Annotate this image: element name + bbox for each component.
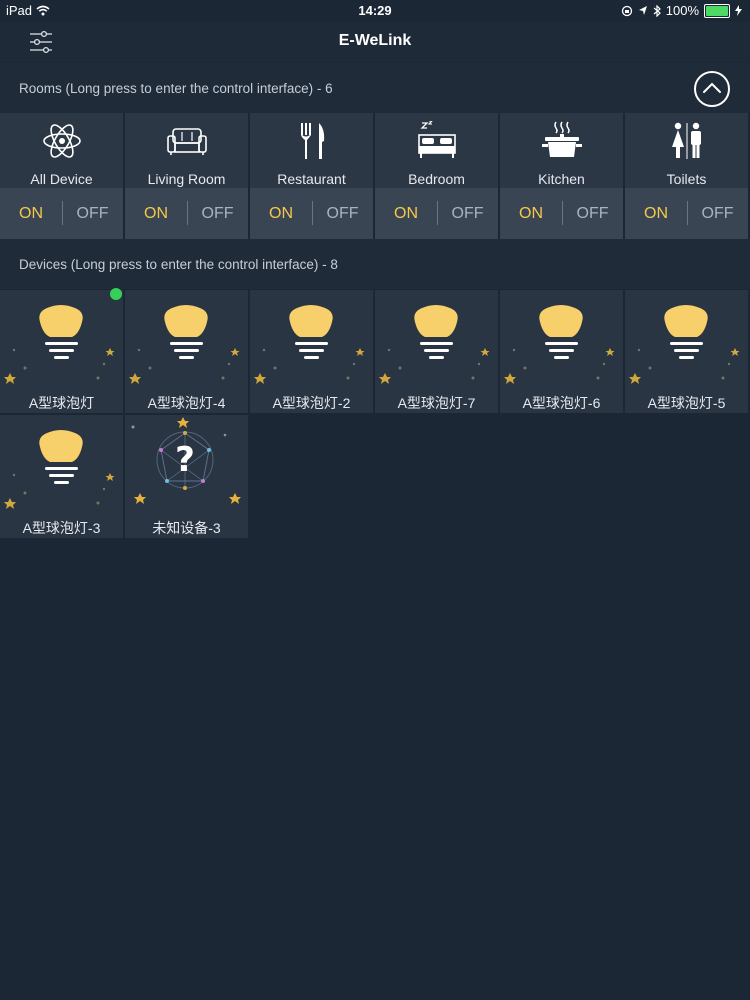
room-name: Living Room — [147, 171, 226, 187]
room-all-device[interactable]: All Device ON OFF — [0, 113, 123, 239]
device-name: A型球泡灯-2 — [272, 395, 351, 411]
device-art — [500, 290, 623, 390]
bulb-icon — [4, 430, 115, 509]
room-controls: ON OFF — [250, 188, 373, 239]
room-on-button[interactable]: ON — [500, 205, 562, 223]
room-restaurant[interactable]: Restaurant ON OFF — [250, 113, 373, 239]
device-name: A型球泡灯-3 — [22, 520, 101, 536]
status-right: 100% — [621, 3, 742, 18]
device-tile[interactable]: A型球泡灯-6 — [500, 290, 623, 413]
battery-icon — [704, 3, 730, 18]
battery-percent: 100% — [665, 3, 699, 18]
svg-text:?: ? — [175, 440, 195, 480]
device-tile[interactable]: A型球泡灯 — [0, 290, 123, 413]
device-name: A型球泡灯-5 — [647, 395, 726, 411]
device-art — [625, 290, 748, 390]
fork-knife-icon — [301, 123, 325, 159]
room-off-button[interactable]: OFF — [312, 205, 373, 223]
device-name: 未知设备-3 — [152, 520, 221, 536]
device-art: ? — [125, 415, 248, 515]
device-tile[interactable]: A型球泡灯-3 — [0, 415, 123, 538]
device-art — [0, 290, 123, 390]
status-bar: iPad 14:29 100% — [0, 0, 750, 22]
bulb-icon — [129, 305, 240, 384]
chevron-up-icon[interactable] — [694, 71, 730, 107]
restroom-icon — [672, 122, 701, 159]
room-on-button[interactable]: ON — [0, 205, 62, 223]
device-name: A型球泡灯-7 — [397, 395, 476, 411]
device-tile[interactable]: A型球泡灯-5 — [625, 290, 748, 413]
room-off-button[interactable]: OFF — [562, 205, 623, 223]
device-tile[interactable]: ? 未知设备-3 — [125, 415, 248, 538]
room-name: All Device — [30, 171, 93, 187]
room-on-button[interactable]: ON — [125, 205, 187, 223]
room-kitchen[interactable]: Kitchen ON OFF — [500, 113, 623, 239]
room-tile[interactable]: All Device — [0, 113, 123, 188]
room-controls: ON OFF — [125, 188, 248, 239]
room-tile[interactable]: Kitchen — [500, 113, 623, 188]
room-on-button[interactable]: ON — [375, 205, 437, 223]
room-living-room[interactable]: Living Room ON OFF — [125, 113, 248, 239]
device-name: A型球泡灯 — [28, 395, 95, 411]
room-controls: ON OFF — [500, 188, 623, 239]
charging-icon — [735, 5, 742, 16]
bulb-icon — [379, 305, 490, 384]
room-name: Restaurant — [277, 171, 346, 187]
bluetooth-icon — [653, 4, 661, 17]
room-controls: ON OFF — [625, 188, 748, 239]
battery-fill — [706, 5, 728, 16]
room-controls: ON OFF — [0, 188, 123, 239]
room-on-button[interactable]: ON — [250, 205, 312, 223]
orientation-lock-icon — [621, 5, 632, 16]
devices-section-header: Devices (Long press to enter the control… — [0, 239, 750, 289]
room-controls: ON OFF — [375, 188, 498, 239]
pot-icon — [542, 121, 582, 157]
bulb-icon — [4, 305, 115, 384]
device-tile[interactable]: A型球泡灯-4 — [125, 290, 248, 413]
unknown-device-icon: ? — [131, 417, 241, 504]
sofa-icon — [167, 128, 207, 155]
room-off-button[interactable]: OFF — [437, 205, 498, 223]
page-title: E-WeLink — [338, 32, 412, 49]
bed-icon — [418, 121, 456, 158]
location-icon — [638, 6, 647, 15]
room-off-button[interactable]: OFF — [187, 205, 248, 223]
devices-section-label: Devices (Long press to enter the control… — [19, 257, 338, 272]
room-name: Toilets — [666, 171, 707, 187]
online-status-dot — [110, 288, 122, 300]
room-off-button[interactable]: OFF — [687, 205, 748, 223]
rooms-section-label: Rooms (Long press to enter the control i… — [19, 81, 333, 96]
device-name: A型球泡灯-6 — [522, 395, 601, 411]
room-tile[interactable]: Bedroom — [375, 113, 498, 188]
device-art — [375, 290, 498, 390]
bulb-icon — [254, 305, 365, 384]
rooms-grid: All Device ON OFF Living Room ON OFF Res… — [0, 113, 750, 239]
room-name: Bedroom — [408, 171, 465, 187]
room-tile[interactable]: Toilets — [625, 113, 748, 188]
room-toilets[interactable]: Toilets ON OFF — [625, 113, 748, 239]
device-tile[interactable]: A型球泡灯-2 — [250, 290, 373, 413]
device-tile[interactable]: A型球泡灯-7 — [375, 290, 498, 413]
rooms-section-header: Rooms (Long press to enter the control i… — [0, 63, 750, 113]
bulb-icon — [504, 305, 615, 384]
device-art — [125, 290, 248, 390]
room-tile[interactable]: Restaurant — [250, 113, 373, 188]
room-off-button[interactable]: OFF — [62, 205, 123, 223]
bulb-icon — [629, 305, 740, 384]
atom-icon — [43, 124, 81, 158]
room-bedroom[interactable]: Bedroom ON OFF — [375, 113, 498, 239]
device-art — [0, 415, 123, 515]
nav-bar: E-WeLink — [0, 22, 750, 62]
room-on-button[interactable]: ON — [625, 205, 687, 223]
room-name: Kitchen — [538, 171, 585, 187]
device-art — [250, 290, 373, 390]
room-tile[interactable]: Living Room — [125, 113, 248, 188]
device-name: A型球泡灯-4 — [147, 395, 226, 411]
